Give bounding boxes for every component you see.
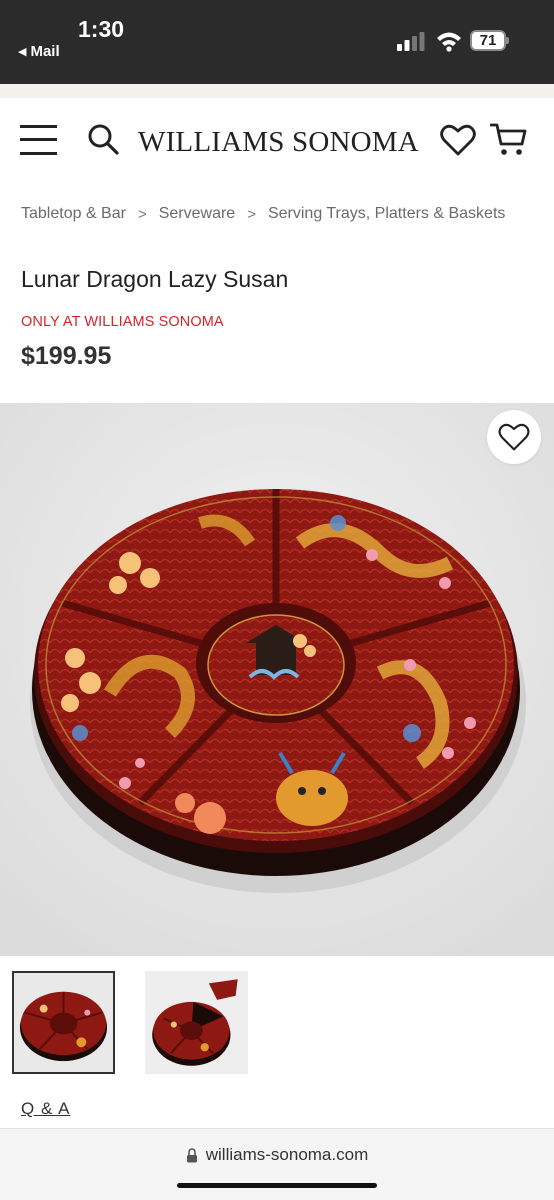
gallery-thumbnail-2[interactable] bbox=[145, 971, 248, 1074]
breadcrumb-item[interactable]: Serving Trays, Platters & Baskets bbox=[268, 205, 505, 223]
lock-icon bbox=[186, 1147, 197, 1162]
site-header: WILLIAMS SONOMA bbox=[0, 98, 554, 186]
wifi-icon bbox=[437, 32, 461, 52]
breadcrumb-item[interactable]: Tabletop & Bar bbox=[21, 205, 126, 223]
add-to-wishlist-button[interactable] bbox=[487, 410, 541, 464]
search-icon[interactable] bbox=[86, 122, 120, 156]
battery-level: 71 bbox=[479, 32, 497, 49]
heart-icon[interactable] bbox=[440, 123, 476, 157]
lazy-susan-image bbox=[0, 403, 554, 956]
promo-strip bbox=[0, 84, 554, 98]
menu-icon-bar bbox=[20, 152, 57, 155]
status-time: 1:30 bbox=[78, 16, 125, 42]
signal-icon bbox=[397, 32, 425, 51]
breadcrumb-separator: > bbox=[137, 205, 147, 223]
back-triangle-icon: ◀ bbox=[18, 46, 27, 58]
product-price: $199.95 bbox=[21, 342, 112, 370]
breadcrumb-separator: > bbox=[247, 205, 256, 223]
menu-button[interactable] bbox=[20, 125, 57, 155]
battery-icon: 71 bbox=[470, 30, 510, 51]
status-bar: 1:30 ◀ Mail 71 bbox=[0, 0, 554, 84]
breadcrumb: Tabletop & Bar > Serveware > Serving Tra… bbox=[21, 205, 544, 223]
url-text: williams-sonoma.com bbox=[205, 1145, 369, 1164]
product-image[interactable] bbox=[0, 403, 554, 956]
exclusive-badge: ONLY AT WILLIAMS SONOMA bbox=[21, 314, 224, 330]
cart-icon[interactable] bbox=[490, 122, 528, 158]
breadcrumb-item[interactable]: Serveware bbox=[159, 205, 235, 223]
back-to-app-button[interactable]: ◀ Mail bbox=[18, 43, 60, 60]
thumbnail-image bbox=[145, 971, 248, 1074]
qa-link[interactable]: Q & A bbox=[21, 1099, 70, 1119]
browser-url-bar: williams-sonoma.com bbox=[0, 1128, 554, 1200]
gallery-thumbnail-1[interactable] bbox=[12, 971, 115, 1074]
back-app-label: Mail bbox=[30, 43, 60, 60]
url-display[interactable]: williams-sonoma.com bbox=[0, 1145, 554, 1165]
brand-logo[interactable]: WILLIAMS SONOMA bbox=[138, 126, 419, 159]
heart-icon bbox=[498, 423, 530, 451]
home-indicator[interactable] bbox=[177, 1183, 377, 1188]
menu-icon bbox=[20, 125, 57, 128]
product-title: Lunar Dragon Lazy Susan bbox=[21, 266, 289, 292]
thumbnail-image bbox=[14, 973, 113, 1072]
menu-icon-bar bbox=[20, 138, 57, 141]
